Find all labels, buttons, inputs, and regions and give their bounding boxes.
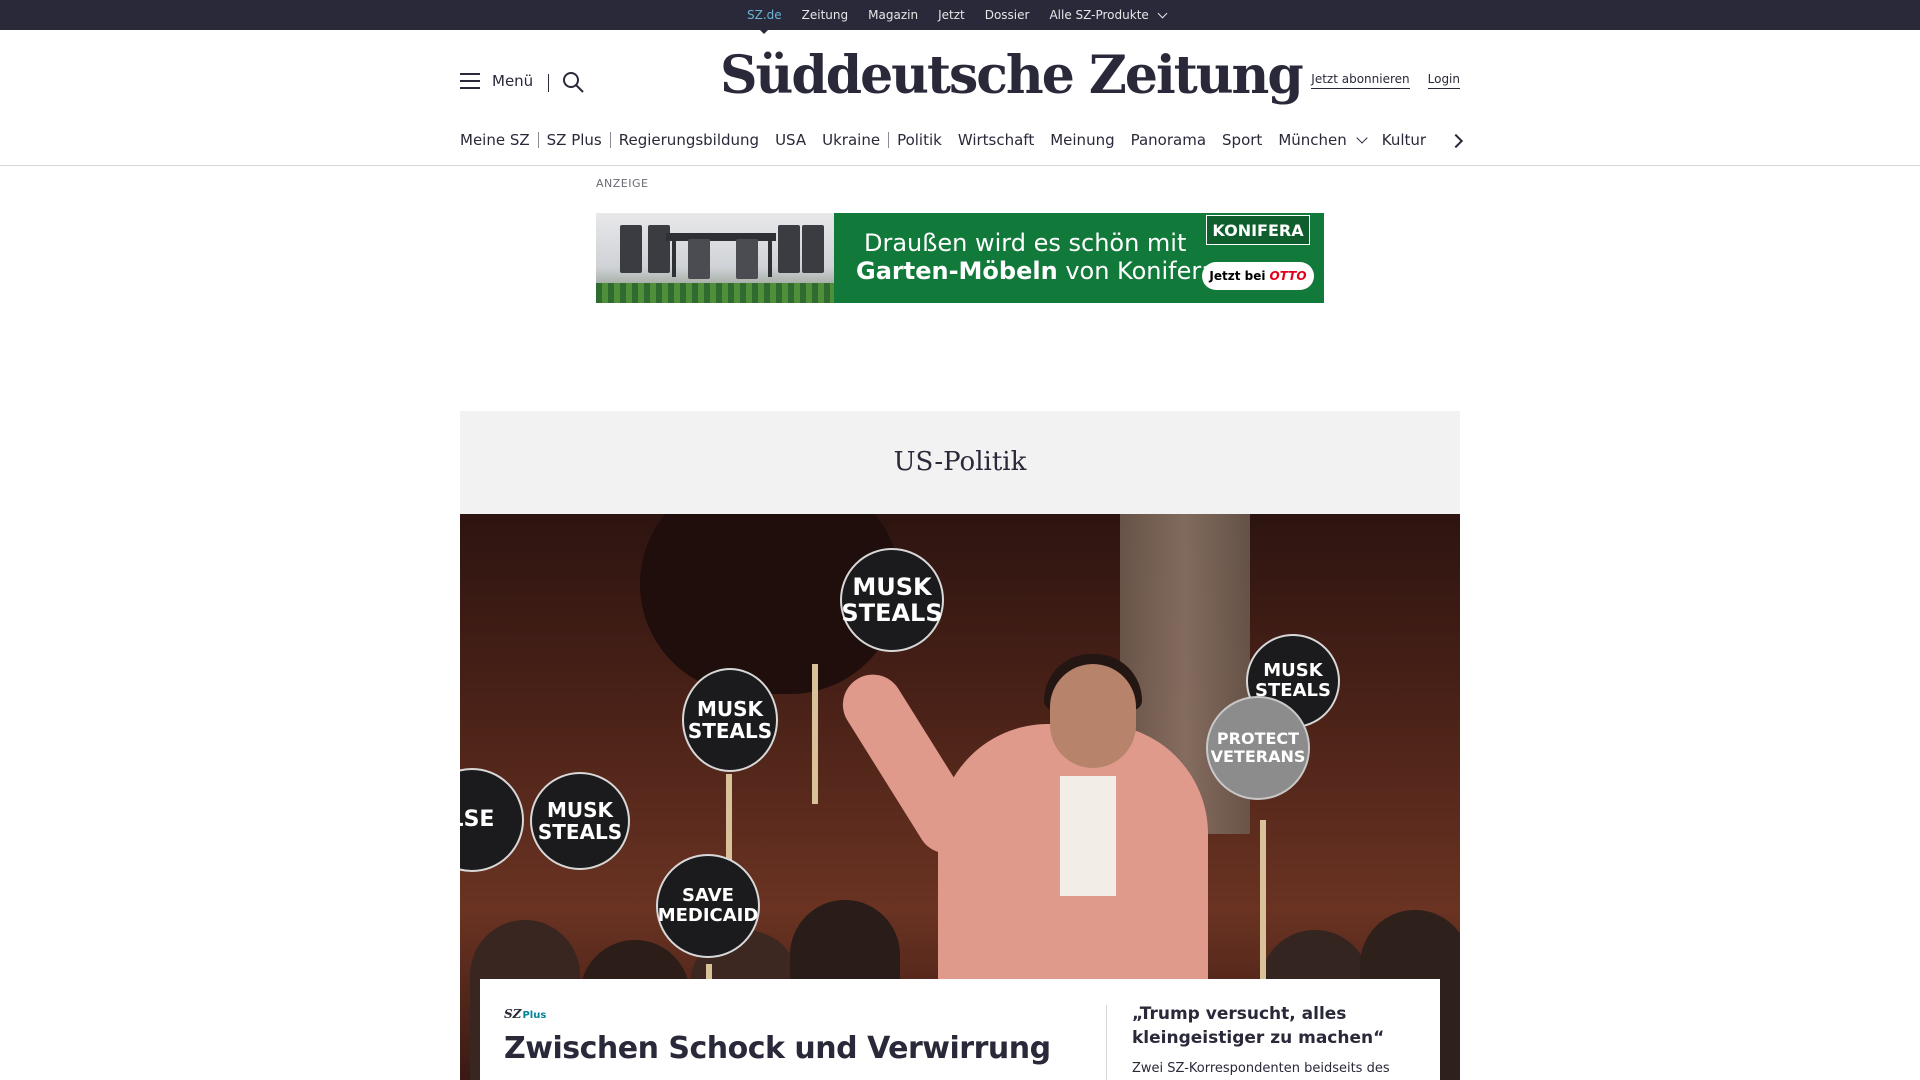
nav-item-politik[interactable]: Politik bbox=[889, 131, 950, 149]
nav-item-regierungsbildung[interactable]: Regierungsbildung bbox=[611, 131, 767, 149]
card-divider bbox=[1106, 1005, 1107, 1080]
section-header: US-Politik bbox=[460, 411, 1460, 514]
product-link-sz-de[interactable]: SZ.de bbox=[747, 8, 782, 34]
article-teaser[interactable]: SZ Plus Zwischen Schock und Verwirrung „… bbox=[480, 979, 1440, 1080]
chevron-right-icon[interactable] bbox=[1449, 132, 1465, 148]
chevron-down-icon bbox=[1157, 8, 1168, 18]
ad-subline: Garten-Möbeln von Konifera. bbox=[856, 257, 1224, 285]
sz-plus-badge-sz: SZ bbox=[504, 1007, 522, 1021]
nav-item-sport[interactable]: Sport bbox=[1214, 131, 1270, 149]
site-logo[interactable]: Süddeutsche Zeitung bbox=[720, 45, 1304, 106]
menu-button[interactable]: Menü bbox=[460, 72, 533, 90]
nav-item-kultur[interactable]: Kultur bbox=[1374, 131, 1434, 149]
nav-item-wirtschaft[interactable]: Wirtschaft bbox=[950, 131, 1042, 149]
subscribe-link[interactable]: Jetzt abonnieren bbox=[1311, 72, 1410, 89]
account-links: Jetzt abonnieren Login bbox=[1311, 72, 1460, 89]
login-link[interactable]: Login bbox=[1427, 72, 1460, 89]
article-headline[interactable]: Zwischen Schock und Verwirrung bbox=[504, 1031, 1051, 1066]
nav-item-meinung[interactable]: Meinung bbox=[1042, 131, 1122, 149]
nav-item-panorama[interactable]: Panorama bbox=[1123, 131, 1214, 149]
product-links: SZ.de Zeitung Magazin Jetzt Dossier Alle… bbox=[747, 0, 1168, 34]
section-title[interactable]: US-Politik bbox=[460, 447, 1460, 477]
nav-item-muenchen[interactable]: München bbox=[1270, 131, 1373, 149]
header-divider bbox=[548, 74, 549, 92]
protest-sign: MUSK STEALS bbox=[682, 668, 778, 772]
product-link-jetzt[interactable]: Jetzt bbox=[938, 8, 965, 22]
side-article-title[interactable]: „Trump versucht, alles kleingeistiger zu… bbox=[1132, 1003, 1422, 1051]
ad-label: ANZEIGE bbox=[596, 177, 649, 190]
ad-subline-bold: Garten-Möbeln bbox=[856, 257, 1058, 285]
ad-cta-button[interactable]: Jetzt bei OTTO bbox=[1202, 262, 1314, 290]
site-header: Menü Süddeutsche Zeitung Jetzt abonniere… bbox=[0, 30, 1920, 166]
sz-plus-badge: SZ Plus bbox=[504, 1007, 546, 1021]
nav-item-meine-sz[interactable]: Meine SZ bbox=[460, 131, 538, 149]
ad-subline-rest: von Konifera. bbox=[1065, 257, 1224, 285]
all-products-label: Alle SZ-Produkte bbox=[1049, 8, 1149, 22]
ad-banner[interactable]: Draußen wird es schön mit Garten-Möbeln … bbox=[596, 213, 1324, 303]
main-navigation: Meine SZ SZ Plus Regierungsbildung USA U… bbox=[460, 130, 1434, 150]
nav-item-ukraine[interactable]: Ukraine bbox=[814, 131, 888, 149]
protest-sign: MUSK STEALS bbox=[840, 548, 944, 652]
hamburger-icon bbox=[460, 73, 480, 89]
protest-sign: SAVE MEDICAID bbox=[656, 854, 760, 958]
chevron-down-icon bbox=[1356, 131, 1368, 144]
all-products-dropdown[interactable]: Alle SZ-Produkte bbox=[1049, 8, 1168, 22]
ad-headline: Draußen wird es schön mit bbox=[864, 229, 1187, 257]
product-link-zeitung[interactable]: Zeitung bbox=[802, 8, 848, 22]
product-link-magazin[interactable]: Magazin bbox=[868, 8, 918, 22]
search-icon[interactable] bbox=[561, 70, 585, 94]
ad-cta-brand: OTTO bbox=[1269, 269, 1307, 283]
product-bar: SZ.de Zeitung Magazin Jetzt Dossier Alle… bbox=[0, 0, 1920, 34]
menu-label: Menü bbox=[492, 72, 534, 90]
nav-item-usa[interactable]: USA bbox=[767, 131, 814, 149]
ad-brand-logo: KONIFERA bbox=[1206, 215, 1310, 245]
ad-cta-label: Jetzt bei bbox=[1209, 269, 1266, 283]
product-link-dossier[interactable]: Dossier bbox=[985, 8, 1030, 22]
protest-sign: MUSK STEALS bbox=[530, 772, 630, 870]
nav-item-sz-plus[interactable]: SZ Plus bbox=[539, 131, 610, 149]
protest-sign: PROTECT VETERANS bbox=[1206, 696, 1310, 800]
sz-plus-badge-plus: Plus bbox=[522, 1010, 547, 1021]
nav-item-muenchen-label: München bbox=[1278, 131, 1347, 149]
ad-furniture-image bbox=[596, 213, 834, 303]
side-article-teaser: Zwei SZ-Korrespondenten beidseits des bbox=[1132, 1061, 1390, 1076]
